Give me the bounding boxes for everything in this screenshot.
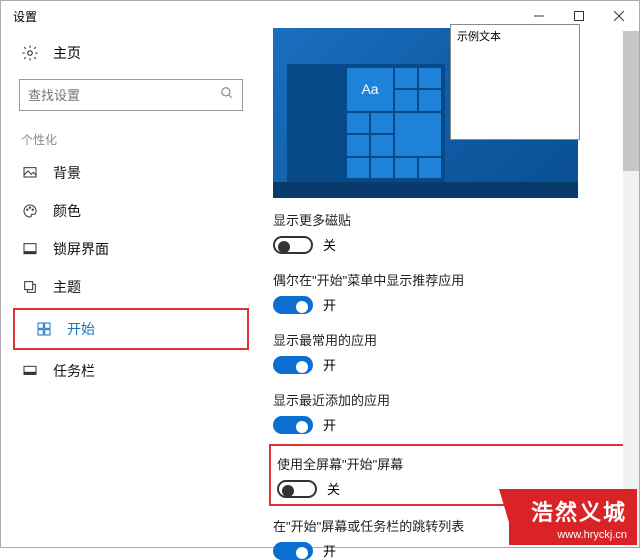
setting-most-used: 显示最常用的应用 开 bbox=[273, 330, 627, 374]
sidebar: 主页 个性化 背景 颜色 锁屏界面 主题 bbox=[1, 31, 261, 547]
section-label: 个性化 bbox=[1, 125, 261, 154]
sidebar-item-lockscreen[interactable]: 锁屏界面 bbox=[1, 230, 261, 268]
gear-icon bbox=[21, 44, 39, 62]
theme-icon bbox=[21, 278, 39, 296]
taskbar-icon bbox=[21, 362, 39, 380]
sidebar-item-background[interactable]: 背景 bbox=[1, 154, 261, 192]
setting-label: 偶尔在"开始"菜单中显示推荐应用 bbox=[273, 270, 627, 289]
setting-more-tiles: 显示更多磁贴 关 bbox=[273, 210, 627, 254]
toggle-jumplist[interactable] bbox=[273, 542, 313, 560]
toggle-most-used[interactable] bbox=[273, 356, 313, 374]
setting-suggestions: 偶尔在"开始"菜单中显示推荐应用 开 bbox=[273, 270, 627, 314]
main-panel: Aa 示例文本 显示更多磁贴 关 bbox=[261, 31, 639, 547]
scrollbar-thumb[interactable] bbox=[623, 31, 639, 171]
palette-icon bbox=[21, 202, 39, 220]
close-button[interactable] bbox=[599, 1, 639, 31]
home-button[interactable]: 主页 bbox=[1, 35, 261, 71]
toggle-state-text: 开 bbox=[323, 415, 336, 434]
sidebar-item-label: 背景 bbox=[53, 163, 81, 183]
sidebar-item-colors[interactable]: 颜色 bbox=[1, 192, 261, 230]
setting-label: 显示最近添加的应用 bbox=[273, 390, 627, 409]
image-icon bbox=[21, 164, 39, 182]
toggle-more-tiles[interactable] bbox=[273, 236, 313, 254]
overlay-title: 示例文本 bbox=[451, 25, 579, 47]
sidebar-item-label: 开始 bbox=[67, 319, 95, 339]
toggle-state-text: 关 bbox=[323, 235, 336, 254]
setting-recently-added: 显示最近添加的应用 开 bbox=[273, 390, 627, 434]
lock-screen-icon bbox=[21, 240, 39, 258]
toggle-suggestions[interactable] bbox=[273, 296, 313, 314]
sidebar-item-label: 主题 bbox=[53, 277, 81, 297]
setting-label: 显示最常用的应用 bbox=[273, 330, 627, 349]
preview-tile-aa: Aa bbox=[347, 68, 393, 111]
sidebar-item-label: 任务栏 bbox=[53, 361, 95, 381]
setting-label: 显示更多磁贴 bbox=[273, 210, 627, 229]
sidebar-item-start[interactable]: 开始 bbox=[15, 310, 247, 348]
toggle-state-text: 关 bbox=[327, 479, 340, 498]
sidebar-item-label: 锁屏界面 bbox=[53, 239, 109, 259]
window-title: 设置 bbox=[13, 8, 37, 25]
preview-overlay: 示例文本 bbox=[450, 24, 580, 140]
toggle-recently-added[interactable] bbox=[273, 416, 313, 434]
search-field[interactable] bbox=[28, 88, 220, 103]
search-icon bbox=[220, 86, 234, 105]
search-input[interactable] bbox=[19, 79, 243, 111]
watermark-url: www.hryckj.cn bbox=[509, 529, 637, 545]
start-preview: Aa 示例文本 bbox=[273, 28, 578, 198]
start-icon bbox=[35, 320, 53, 338]
sidebar-item-label: 颜色 bbox=[53, 201, 81, 221]
setting-label: 使用全屏幕"开始"屏幕 bbox=[277, 454, 623, 473]
home-label: 主页 bbox=[53, 43, 81, 63]
toggle-state-text: 开 bbox=[323, 295, 336, 314]
watermark: 浩然义城 www.hryckj.cn bbox=[509, 489, 637, 545]
scrollbar[interactable] bbox=[623, 31, 639, 547]
toggle-state-text: 开 bbox=[323, 541, 336, 560]
toggle-state-text: 开 bbox=[323, 355, 336, 374]
toggle-fullscreen-start[interactable] bbox=[277, 480, 317, 498]
watermark-title: 浩然义城 bbox=[509, 489, 637, 529]
sidebar-item-taskbar[interactable]: 任务栏 bbox=[1, 352, 261, 390]
sidebar-item-themes[interactable]: 主题 bbox=[1, 268, 261, 306]
